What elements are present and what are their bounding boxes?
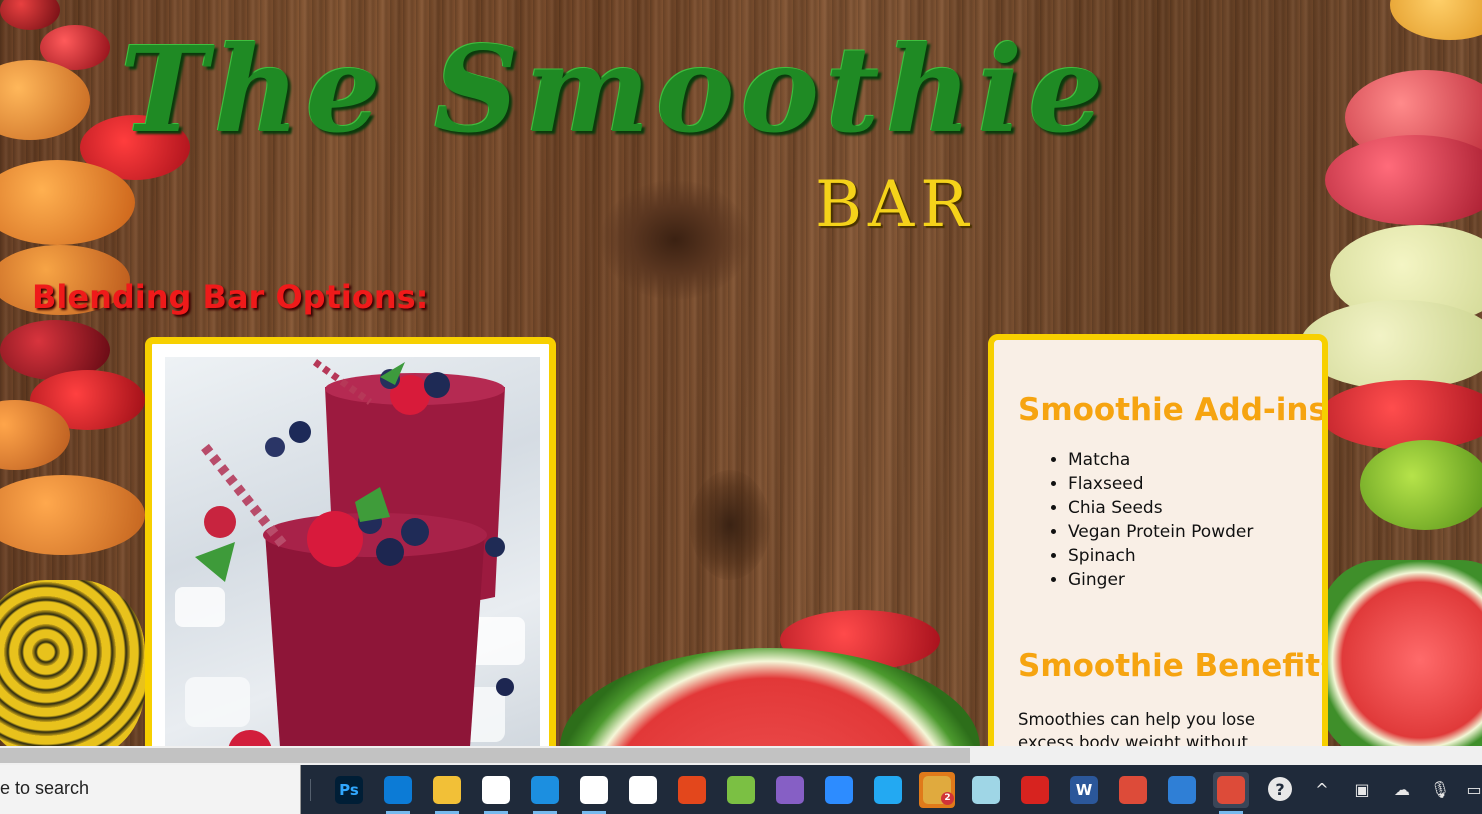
scrollbar-thumb[interactable] [0, 748, 970, 763]
page-title: The Smoothie [120, 20, 1110, 159]
microphone-icon[interactable]: 🎙 [1428, 777, 1452, 801]
list-item: Matcha [1068, 448, 1253, 472]
page-subtitle: BAR [815, 168, 975, 242]
chrome-icon[interactable] [1115, 772, 1151, 808]
watermelon-decoration [560, 648, 980, 746]
chrome-active-icon[interactable] [1213, 772, 1249, 814]
benefits-heading: Smoothie Benefits [1018, 648, 1328, 684]
wood-knot [690, 470, 770, 580]
apricot-decoration [0, 475, 145, 555]
addins-list: Matcha Flaxseed Chia Seeds Vegan Protein… [1024, 448, 1253, 592]
list-item: Ginger [1068, 568, 1253, 592]
visual-studio-icon[interactable] [772, 772, 808, 808]
taskbar-search-box[interactable]: e to search [0, 765, 301, 814]
zoom-icon[interactable] [821, 772, 857, 808]
list-item: Flaxseed [1068, 472, 1253, 496]
blending-bar-heading: Blending Bar Options: [32, 278, 429, 316]
web-page: The Smoothie BAR Blending Bar Options: S… [0, 0, 1482, 746]
photoshop-icon[interactable]: Ps [331, 772, 367, 808]
office-icon[interactable] [674, 772, 710, 808]
file-explorer-icon[interactable] [429, 772, 465, 814]
slack-icon[interactable]: 2 [919, 772, 955, 808]
edge-icon[interactable] [380, 772, 416, 814]
network-icon[interactable]: ▭ [1462, 777, 1482, 801]
strawberry-decoration [1320, 380, 1482, 450]
taskbar-divider [310, 779, 311, 801]
meet-now-icon[interactable]: ▣ [1350, 777, 1374, 801]
watermelon-decoration [1320, 560, 1482, 746]
notification-badge: 2 [941, 792, 954, 805]
help-icon[interactable]: ? [1268, 777, 1292, 801]
benefits-paragraph: Smoothies can help you lose excess body … [1018, 710, 1256, 746]
smoothie-info-card: Smoothie Add-ins Matcha Flaxseed Chia Se… [988, 334, 1328, 746]
word-icon[interactable]: W [1066, 772, 1102, 808]
photos-icon[interactable] [1164, 772, 1200, 808]
list-item: Chia Seeds [1068, 496, 1253, 520]
onedrive-icon[interactable]: ☁ [1390, 777, 1414, 801]
list-item: Vegan Protein Powder [1068, 520, 1253, 544]
addins-heading: Smoothie Add-ins [1018, 392, 1327, 428]
peach-decoration [1325, 135, 1482, 225]
smoothie-photo-card [145, 337, 556, 746]
wood-knot [600, 180, 750, 300]
show-hidden-icons-chevron-icon[interactable]: ^ [1310, 777, 1334, 801]
horizontal-scrollbar[interactable] [0, 746, 1482, 765]
acrobat-icon[interactable] [1017, 772, 1053, 808]
smoothie-illustration [175, 359, 525, 746]
cherry-decoration [0, 0, 60, 30]
mail-icon[interactable] [527, 772, 563, 814]
melon-decoration [0, 580, 145, 746]
list-item: Spinach [1068, 544, 1253, 568]
lime-decoration [1360, 440, 1482, 530]
smoothie-photo [165, 357, 540, 746]
vscode-icon[interactable] [870, 772, 906, 808]
taskbar: e to search Ps 2 W ? ^ ▣ ☁ 🎙 ▭ [0, 765, 1482, 814]
microsoft-store-icon[interactable] [478, 772, 514, 814]
github-desktop-icon[interactable] [625, 772, 661, 808]
notes-icon[interactable] [968, 772, 1004, 808]
search-placeholder: e to search [0, 778, 90, 798]
orange-decoration [1390, 0, 1482, 40]
apricot-decoration [0, 60, 90, 140]
sourcetree-icon[interactable] [723, 772, 759, 808]
dropbox-icon[interactable] [576, 772, 612, 814]
